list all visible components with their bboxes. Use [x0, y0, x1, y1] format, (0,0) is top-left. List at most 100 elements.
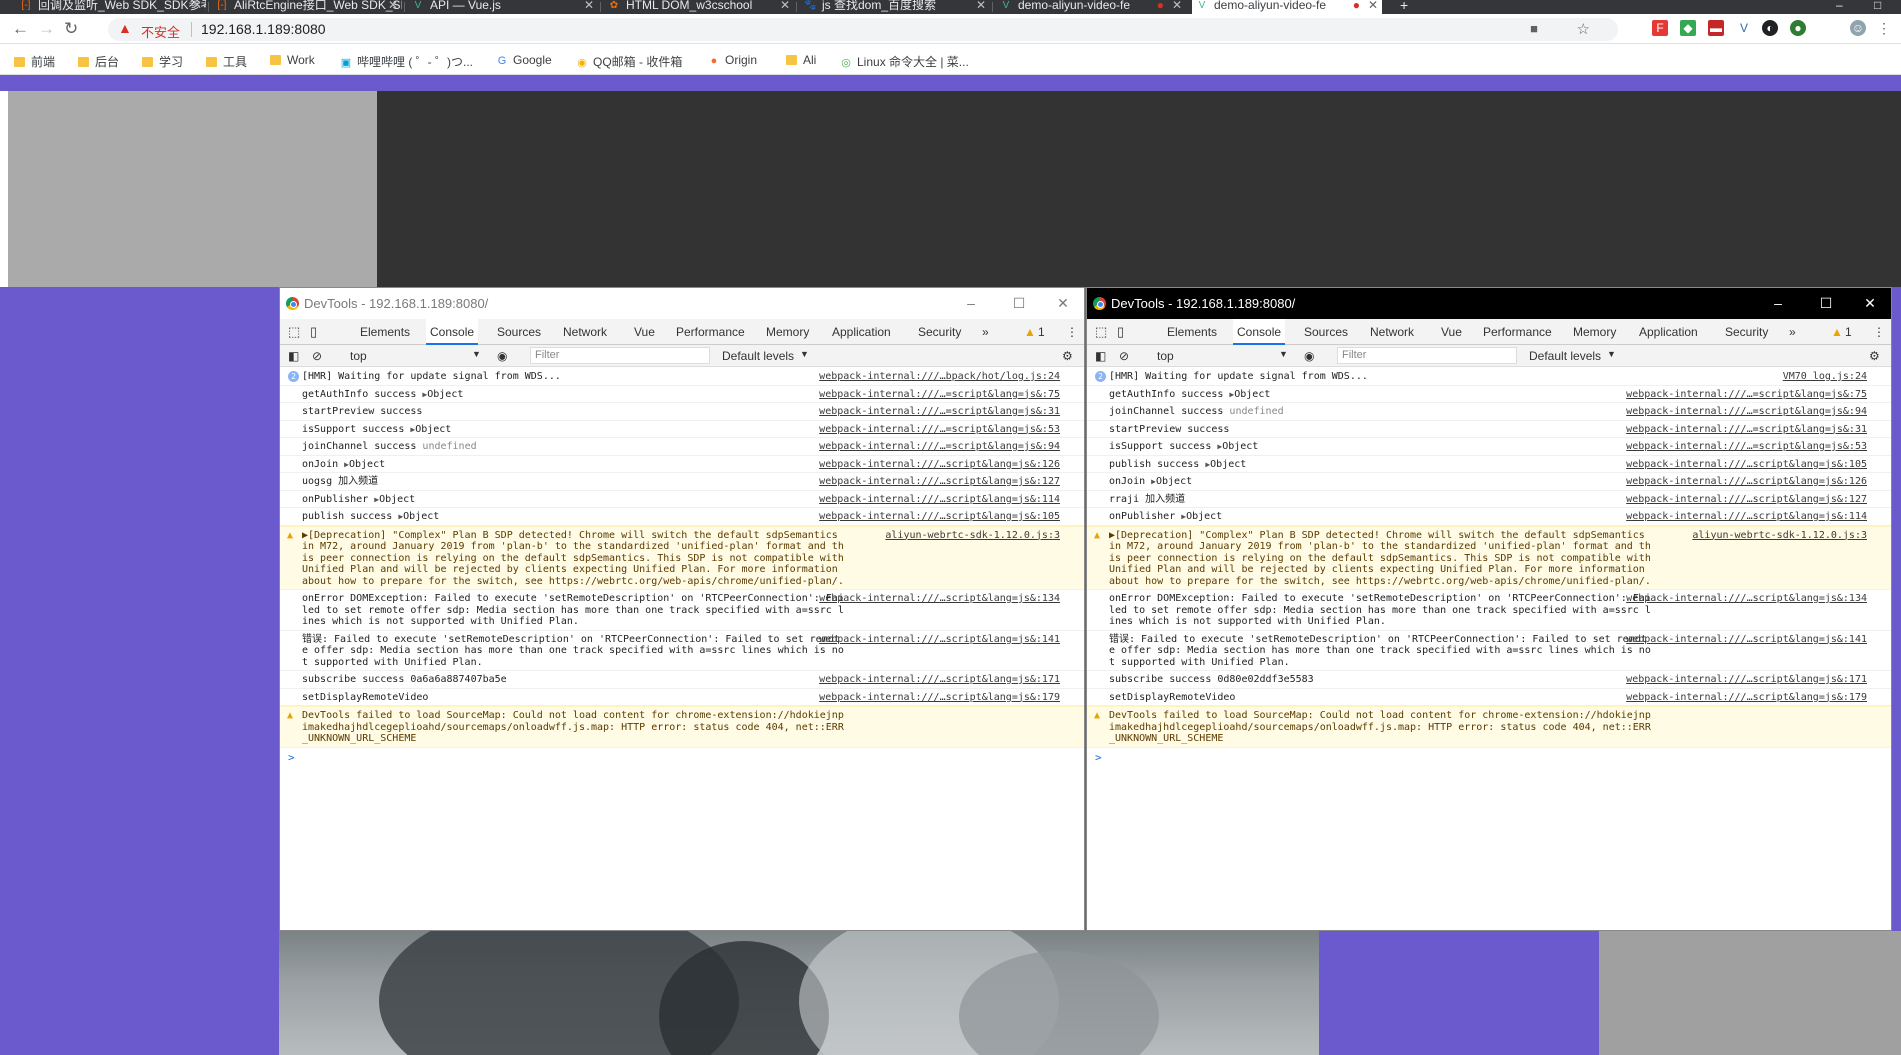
tab-performance[interactable]: Performance: [676, 325, 745, 339]
extension-icon[interactable]: V: [1736, 20, 1752, 36]
console-prompt[interactable]: >: [1087, 748, 1891, 764]
console-log-row[interactable]: rraji 加入频道 webpack-internal:///…script&la…: [1087, 491, 1891, 508]
browser-tab-active[interactable]: Vdemo-aliyun-video-fe ● ✕: [1192, 0, 1382, 14]
close-icon[interactable]: ✕: [584, 0, 594, 11]
source-link[interactable]: webpack-internal:///…=script&lang=js&:31: [819, 406, 1060, 418]
console-log-row[interactable]: subscribe success 0a6a6a887407ba5e webpac…: [280, 671, 1084, 689]
console-object[interactable]: Object: [427, 389, 463, 400]
console-log-row[interactable]: onError DOMException: Failed to execute …: [1087, 590, 1891, 631]
bookmark-item[interactable]: 学习: [142, 53, 183, 70]
bookmark-item[interactable]: ● Origin: [708, 53, 757, 67]
console-log-row[interactable]: onPublisher ▶Object webpack-internal:///……: [1087, 508, 1891, 526]
console-log-row[interactable]: publish success ▶Object webpack-internal:…: [280, 508, 1084, 526]
extension-icon[interactable]: F: [1652, 20, 1668, 36]
console-log-row[interactable]: onJoin ▶Object webpack-internal:///…scrip…: [280, 456, 1084, 473]
extension-icon[interactable]: ●: [1790, 20, 1806, 36]
context-selector[interactable]: top: [1157, 349, 1174, 363]
console-log-row[interactable]: setDisplayRemoteVideo webpack-internal://…: [280, 689, 1084, 706]
source-link[interactable]: webpack-internal:///…=script&lang=js&:94: [819, 441, 1060, 453]
more-tabs-chevron-icon[interactable]: »: [982, 325, 989, 339]
source-link[interactable]: webpack-internal:///…script&lang=js&:141: [1626, 634, 1867, 646]
new-tab-button[interactable]: +: [1396, 0, 1416, 14]
browser-tab[interactable]: 🐾 js 查找dom_百度搜索 ✕: [800, 0, 990, 14]
chevron-down-icon[interactable]: ▼: [1279, 349, 1288, 359]
console-log-row[interactable]: getAuthInfo success ▶Object webpack-inter…: [280, 386, 1084, 403]
console-object[interactable]: Object: [1156, 476, 1192, 487]
browser-tab[interactable]: Vdemo-aliyun-video-fe ● ✕: [996, 0, 1186, 14]
source-link[interactable]: webpack-internal:///…script&lang=js&:114: [1626, 511, 1867, 523]
close-icon[interactable]: ✕: [388, 0, 398, 11]
chevron-down-icon[interactable]: ▼: [1607, 349, 1616, 359]
console-log-row[interactable]: uogsg 加入频道 webpack-internal:///…script&la…: [280, 473, 1084, 491]
bookmark-item[interactable]: Ali: [786, 53, 816, 67]
extension-icon[interactable]: ▬: [1708, 20, 1724, 36]
console-log-row[interactable]: joinChannel success undefined webpack-int…: [280, 438, 1084, 456]
source-link[interactable]: webpack-internal:///…bpack/hot/log.js:24: [819, 371, 1060, 383]
menu-kebab-icon[interactable]: ⋮: [1873, 325, 1885, 339]
device-toolbar-icon[interactable]: ▯: [310, 324, 317, 340]
tab-network[interactable]: Network: [1370, 325, 1414, 339]
maximize-window-icon[interactable]: □: [1870, 0, 1890, 14]
tab-sources[interactable]: Sources: [497, 325, 541, 339]
source-link[interactable]: webpack-internal:///…=script&lang=js&:53: [1626, 441, 1867, 453]
log-levels-dropdown[interactable]: Default levels: [1529, 349, 1601, 363]
menu-kebab-icon[interactable]: ⋮: [1066, 325, 1078, 339]
tab-elements[interactable]: Elements: [1167, 325, 1217, 339]
source-link[interactable]: webpack-internal:///…=script&lang=js&:75: [1626, 389, 1867, 401]
url-text[interactable]: 192.168.1.189:8080: [201, 21, 326, 37]
console-object[interactable]: Object: [1234, 389, 1270, 400]
eye-icon[interactable]: ◉: [497, 349, 507, 363]
bookmark-item[interactable]: ▣ 哔哩哔哩 ( ゜- ゜)つ...: [340, 53, 473, 70]
console-log-row[interactable]: publish success ▶Object webpack-internal:…: [1087, 456, 1891, 473]
source-link[interactable]: webpack-internal:///…script&lang=js&:179: [819, 692, 1060, 704]
close-icon[interactable]: ✕: [780, 0, 790, 11]
bookmark-item[interactable]: 前端: [14, 53, 55, 70]
minimize-window-icon[interactable]: –: [1832, 0, 1852, 14]
warning-count[interactable]: 1: [1038, 325, 1045, 339]
bookmark-item[interactable]: ◎ Linux 命令大全 | 菜...: [840, 53, 969, 70]
back-arrow-icon[interactable]: ←: [12, 19, 29, 39]
tab-vue[interactable]: Vue: [634, 325, 655, 339]
avatar[interactable]: ☺: [1850, 20, 1866, 36]
bookmark-item[interactable]: 工具: [206, 53, 247, 70]
log-levels-dropdown[interactable]: Default levels: [722, 349, 794, 363]
bookmark-item[interactable]: 后台: [78, 53, 119, 70]
source-link[interactable]: webpack-internal:///…=script&lang=js&:94: [1626, 406, 1867, 418]
chevron-down-icon[interactable]: ▼: [800, 349, 809, 359]
extension-icon[interactable]: ◐: [1762, 20, 1778, 36]
console-object[interactable]: Object: [349, 459, 385, 470]
context-selector[interactable]: top: [350, 349, 367, 363]
close-icon[interactable]: ✕: [1048, 288, 1078, 319]
minimize-window-icon[interactable]: –: [956, 288, 986, 319]
clear-console-icon[interactable]: ⊘: [1119, 349, 1129, 363]
eye-icon[interactable]: ◉: [1304, 349, 1314, 363]
warning-icon[interactable]: ▲: [1831, 325, 1843, 339]
filter-input[interactable]: Filter: [530, 347, 710, 364]
menu-kebab-icon[interactable]: ⋮: [1876, 20, 1892, 36]
source-link[interactable]: webpack-internal:///…script&lang=js&:127: [1626, 494, 1867, 506]
gear-icon[interactable]: ⚙: [1062, 349, 1073, 363]
console-log-row[interactable]: joinChannel success undefined webpack-int…: [1087, 403, 1891, 421]
chevron-down-icon[interactable]: ▼: [472, 349, 481, 359]
console-log-row[interactable]: subscribe success 0d80e02ddf3e5583 webpac…: [1087, 671, 1891, 689]
insecure-label[interactable]: 不安全: [141, 22, 180, 41]
camera-icon[interactable]: ■: [1530, 21, 1538, 36]
tab-application[interactable]: Application: [832, 325, 891, 339]
tab-security[interactable]: Security: [918, 325, 961, 339]
tab-elements[interactable]: Elements: [360, 325, 410, 339]
filter-input[interactable]: Filter: [1337, 347, 1517, 364]
tab-network[interactable]: Network: [563, 325, 607, 339]
close-icon[interactable]: ✕: [1368, 0, 1378, 11]
source-link[interactable]: webpack-internal:///…script&lang=js&:179: [1626, 692, 1867, 704]
console-object[interactable]: Object: [379, 494, 415, 505]
console-log-row[interactable]: 2 [HMR] Waiting for update signal from WD…: [280, 368, 1084, 386]
console-warning-row[interactable]: ▲ ▶[Deprecation] "Complex" Plan B SDP det…: [280, 525, 1084, 590]
browser-tab[interactable]: [-] 回调及监听_Web SDK_SDK参考 ✕: [16, 0, 206, 14]
console-warning-row[interactable]: ▲ DevTools failed to load SourceMap: Coul…: [1087, 706, 1891, 748]
source-link[interactable]: webpack-internal:///…script&lang=js&:171: [819, 674, 1060, 686]
close-icon[interactable]: ✕: [1855, 288, 1885, 319]
inspect-element-icon[interactable]: ⬚: [288, 324, 300, 340]
console-log-row[interactable]: isSupport success ▶Object webpack-interna…: [280, 421, 1084, 438]
gear-icon[interactable]: ⚙: [1869, 349, 1880, 363]
source-link[interactable]: webpack-internal:///…=script&lang=js&:53: [819, 424, 1060, 436]
